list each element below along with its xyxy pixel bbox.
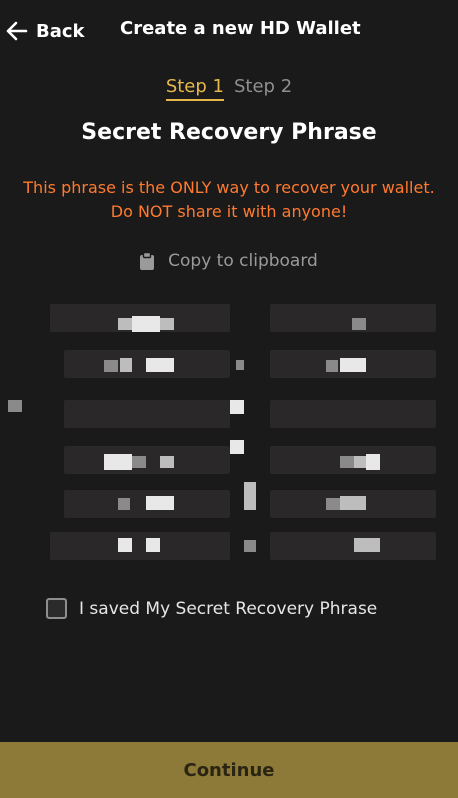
copy-to-clipboard-button[interactable]: Copy to clipboard xyxy=(0,251,458,271)
page-title: Create a new HD Wallet xyxy=(120,18,361,39)
obscured-pixel xyxy=(326,498,340,510)
obscured-pixel xyxy=(120,358,132,372)
obscured-pixel xyxy=(340,456,354,468)
obscured-pixel xyxy=(118,538,132,552)
phrase-word-cell xyxy=(64,400,230,428)
continue-label: Continue xyxy=(183,759,275,781)
saved-phrase-checkbox-row[interactable]: I saved My Secret Recovery Phrase xyxy=(46,598,377,619)
clipboard-icon xyxy=(140,252,155,270)
obscured-pixel xyxy=(146,358,174,372)
obscured-pixel xyxy=(132,456,146,468)
obscured-pixel xyxy=(340,358,366,372)
obscured-pixel xyxy=(132,316,160,332)
obscured-pixel xyxy=(118,498,130,510)
saved-phrase-label: I saved My Secret Recovery Phrase xyxy=(79,598,378,619)
obscured-pixel xyxy=(352,318,366,330)
obscured-pixel xyxy=(146,496,174,510)
warning-message: This phrase is the ONLY way to recover y… xyxy=(23,178,435,221)
step-2-tab[interactable]: Step 2 xyxy=(234,76,292,101)
phrase-word-cell xyxy=(64,446,230,474)
phrase-word-cell xyxy=(50,532,230,560)
back-label: Back xyxy=(36,20,85,42)
obscured-pixel xyxy=(354,538,380,552)
back-button[interactable]: Back xyxy=(6,17,85,45)
obscured-pixel xyxy=(8,400,22,412)
obscured-pixel xyxy=(366,454,380,470)
arrow-left-icon xyxy=(6,21,28,41)
step-1-tab[interactable]: Step 1 xyxy=(165,76,224,101)
obscured-pixel xyxy=(230,400,244,414)
obscured-pixel xyxy=(160,456,174,468)
obscured-pixel xyxy=(340,496,366,510)
obscured-pixel xyxy=(160,318,174,330)
obscured-pixel xyxy=(146,538,160,552)
obscured-pixel xyxy=(230,440,244,454)
section-heading: Secret Recovery Phrase xyxy=(81,120,377,145)
obscured-pixel xyxy=(104,360,118,372)
obscured-pixel xyxy=(118,318,132,330)
phrase-word-cell xyxy=(270,532,436,560)
obscured-pixel xyxy=(236,360,244,370)
obscured-pixel xyxy=(326,360,338,372)
obscured-pixel xyxy=(354,456,366,468)
header-bar: Back Create a new HD Wallet xyxy=(0,0,458,62)
saved-phrase-checkbox[interactable] xyxy=(46,598,67,619)
recovery-phrase-grid xyxy=(0,300,458,570)
obscured-pixel xyxy=(104,454,132,470)
step-indicator: Step 1 Step 2 xyxy=(0,76,458,101)
obscured-pixel xyxy=(244,540,256,552)
copy-label: Copy to clipboard xyxy=(168,251,318,271)
obscured-pixel xyxy=(244,482,256,510)
continue-button[interactable]: Continue xyxy=(0,742,458,798)
phrase-word-cell xyxy=(270,400,436,428)
